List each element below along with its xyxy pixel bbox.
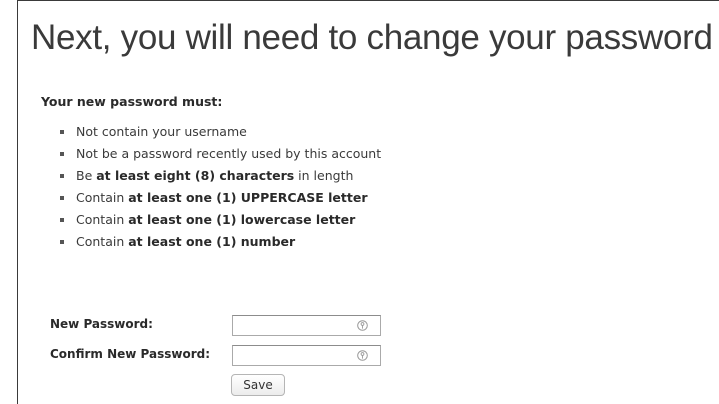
requirement-text: Contain <box>76 234 129 249</box>
key-icon[interactable] <box>357 320 368 331</box>
requirement-text: Not contain your username <box>76 124 247 139</box>
password-requirements-list: Not contain your username Not be a passwo… <box>56 122 381 254</box>
requirement-emphasis: at least one (1) lowercase letter <box>128 212 356 227</box>
save-button[interactable]: Save <box>231 374 285 396</box>
requirements-heading: Your new password must: <box>41 94 223 109</box>
bullet-icon <box>60 196 64 200</box>
bullet-icon <box>60 240 64 244</box>
new-password-label: New Password: <box>50 317 153 331</box>
bullet-icon <box>60 152 64 156</box>
requirement-item: Be at least eight (8) characters in leng… <box>56 166 381 188</box>
requirement-emphasis: at least one (1) UPPERCASE letter <box>128 190 368 205</box>
confirm-password-input[interactable] <box>232 345 381 366</box>
page-title: Next, you will need to change your passw… <box>31 18 713 57</box>
requirement-item: Not contain your username <box>56 122 381 144</box>
bullet-icon <box>60 218 64 222</box>
key-icon[interactable] <box>357 350 368 361</box>
new-password-input[interactable] <box>232 315 381 336</box>
requirement-text: Not be a password recently used by this … <box>76 146 382 161</box>
requirement-emphasis: at least eight (8) characters <box>96 168 295 183</box>
requirement-item: Contain at least one (1) lowercase lette… <box>56 210 381 232</box>
requirement-text: Contain <box>76 190 129 205</box>
requirement-emphasis: at least one (1) number <box>128 234 296 249</box>
bullet-icon <box>60 130 64 134</box>
bullet-icon <box>60 174 64 178</box>
requirement-text: Be <box>76 168 97 183</box>
requirement-item: Not be a password recently used by this … <box>56 144 381 166</box>
requirement-item: Contain at least one (1) number <box>56 232 381 254</box>
requirement-text: in length <box>294 168 354 183</box>
requirement-item: Contain at least one (1) UPPERCASE lette… <box>56 188 381 210</box>
confirm-password-label: Confirm New Password: <box>50 347 211 361</box>
requirement-text: Contain <box>76 212 129 227</box>
